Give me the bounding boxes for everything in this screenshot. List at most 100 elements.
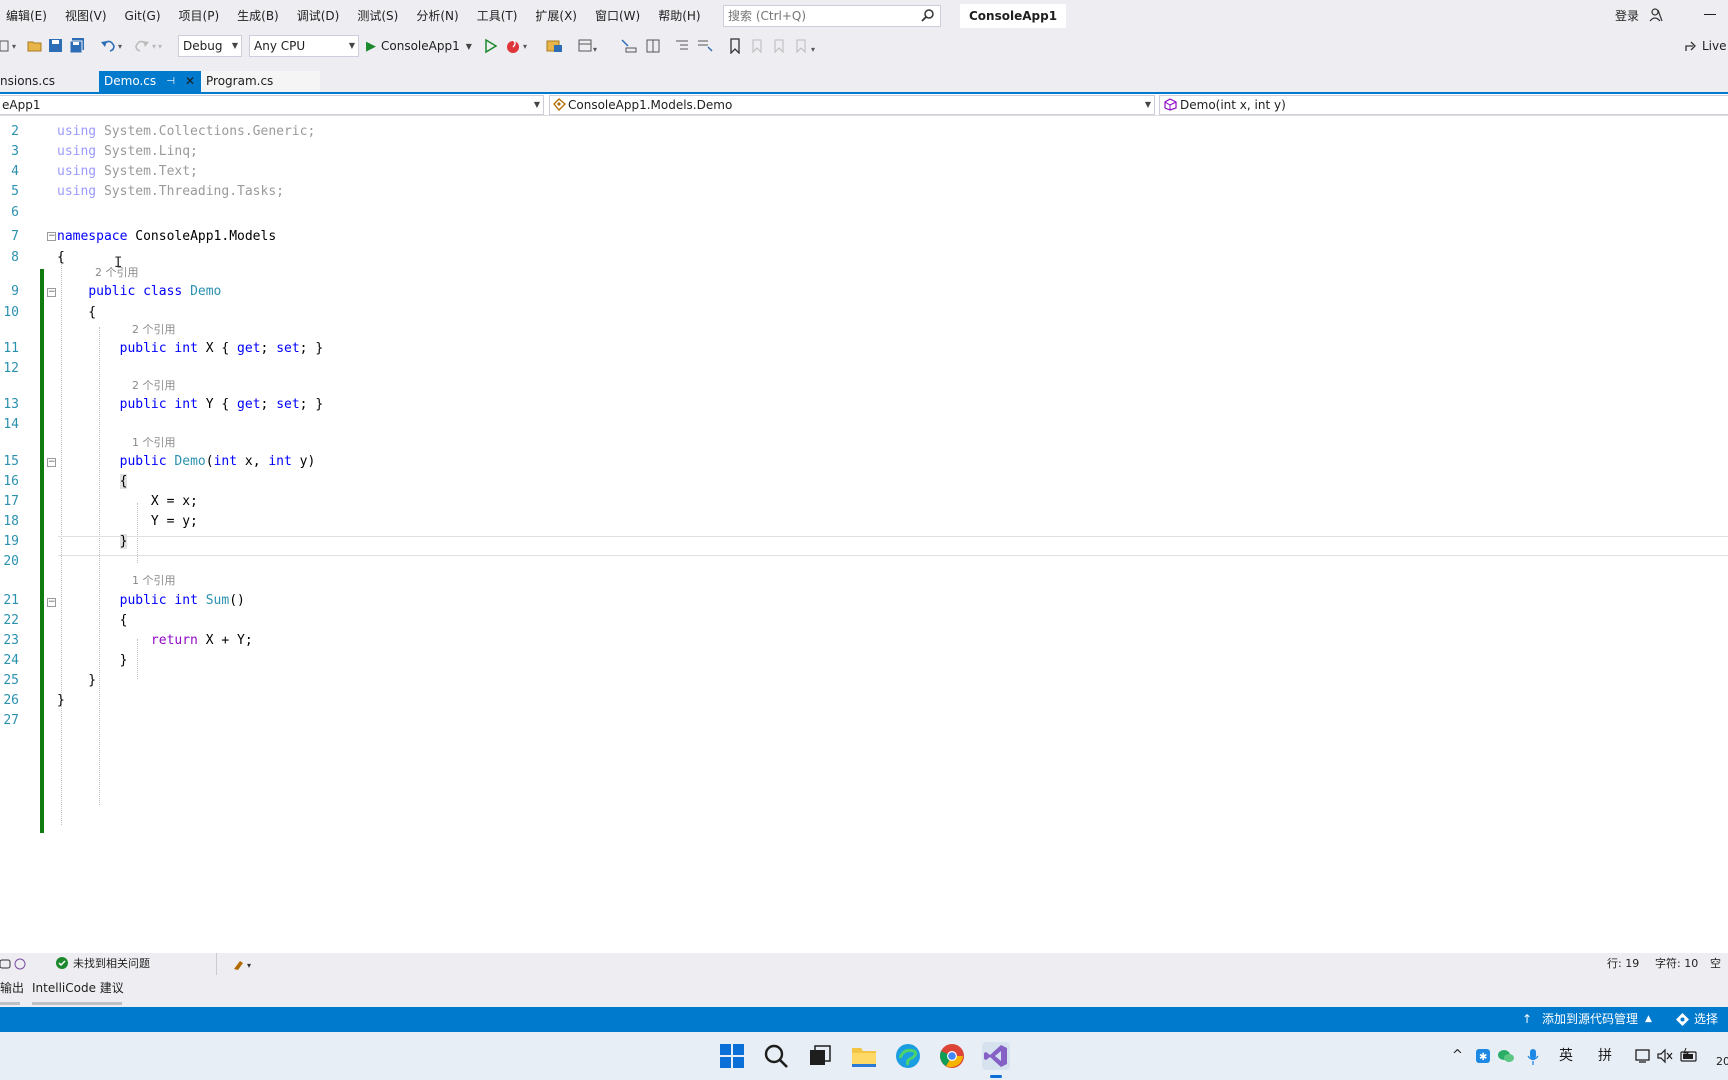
ime-language[interactable]: 英 xyxy=(1559,1032,1573,1080)
tab-intellicode[interactable]: IntelliCode 建议 xyxy=(32,975,124,1001)
file-explorer-icon[interactable] xyxy=(850,1042,878,1070)
minimize-icon[interactable] xyxy=(1704,14,1716,15)
code-line-namespace[interactable]: namespace ConsoleApp1.Models xyxy=(57,227,276,246)
search-icon[interactable] xyxy=(762,1042,790,1070)
hot-reload-icon[interactable]: ▾ xyxy=(505,38,531,57)
indent-icon[interactable] xyxy=(674,38,690,57)
menu-tools[interactable]: 工具(T) xyxy=(468,0,527,32)
code-line-constructor[interactable]: public Demo(int x, int y) xyxy=(57,452,316,471)
code-line-brace[interactable]: { xyxy=(57,248,65,267)
close-icon[interactable]: ✕ xyxy=(185,71,195,92)
member-dropdown[interactable]: Demo(int x, int y) xyxy=(1159,95,1728,115)
add-to-source-control[interactable]: 添加到源代码管理 xyxy=(1542,1007,1638,1032)
start-debugging-button[interactable]: ▶ ConsoleApp1 ▼ xyxy=(366,35,472,57)
menu-git[interactable]: Git(G) xyxy=(116,0,170,32)
project-dropdown[interactable]: eApp1 ▼ xyxy=(0,95,544,115)
login-link[interactable]: 登录 xyxy=(1615,0,1639,32)
code-line-brace[interactable]: } xyxy=(57,651,128,670)
code-line-property[interactable]: public int X { get; set; } xyxy=(57,339,324,358)
solution-explorer-icon[interactable]: ▾ xyxy=(578,38,604,57)
redo-icon[interactable]: ▾ ▾ xyxy=(134,38,164,57)
speaker-muted-icon[interactable] xyxy=(1656,1048,1674,1067)
cleanup-icon[interactable]: ▾ xyxy=(232,957,256,974)
configuration-dropdown[interactable]: Debug ▼ xyxy=(178,35,242,57)
wechat-icon[interactable] xyxy=(1497,1048,1515,1067)
menu-view[interactable]: 视图(V) xyxy=(56,0,116,32)
browse-icon[interactable] xyxy=(546,38,564,57)
menu-help[interactable]: 帮助(H) xyxy=(649,0,709,32)
save-icon[interactable] xyxy=(48,38,64,57)
code-line-brace[interactable]: } xyxy=(57,671,96,690)
microphone-icon[interactable] xyxy=(1527,1048,1539,1069)
platform-dropdown[interactable]: Any CPU ▼ xyxy=(249,35,359,57)
code-line-using[interactable]: using System.Text; xyxy=(57,162,198,181)
tab-output[interactable]: 输出 xyxy=(0,975,24,1001)
code-line-brace[interactable]: { xyxy=(57,472,128,491)
network-icon[interactable] xyxy=(1634,1048,1652,1067)
next-bookmark-icon[interactable] xyxy=(771,38,787,57)
code-lens-references[interactable]: 1 个引用 xyxy=(132,436,176,450)
ime-mode[interactable]: 拼 xyxy=(1598,1032,1612,1080)
new-item-icon[interactable]: ▾ xyxy=(0,38,18,57)
menu-debug[interactable]: 调试(D) xyxy=(288,0,349,32)
save-all-icon[interactable] xyxy=(69,38,85,57)
menu-window[interactable]: 窗口(W) xyxy=(586,0,649,32)
code-line-method[interactable]: public int Sum() xyxy=(57,591,245,610)
code-lens-references[interactable]: 1 个引用 xyxy=(132,574,176,588)
undo-icon[interactable]: ▾ xyxy=(100,38,126,57)
open-file-icon[interactable] xyxy=(27,38,43,57)
robot-icon[interactable] xyxy=(0,957,26,974)
tab-program[interactable]: Program.cs xyxy=(201,71,320,92)
code-line-property[interactable]: public int Y { get; set; } xyxy=(57,395,324,414)
step-over-icon[interactable] xyxy=(620,38,638,57)
code-line-return[interactable]: return X + Y; xyxy=(57,631,253,650)
code-line-assign[interactable]: X = x; xyxy=(57,492,198,511)
code-line-class[interactable]: public class Demo xyxy=(57,282,221,301)
code-line-using[interactable]: using System.Linq; xyxy=(57,142,198,161)
tab-extensions[interactable]: nsions.cs xyxy=(0,71,99,92)
search-input[interactable] xyxy=(728,9,913,23)
line-position[interactable]: 行: 19 xyxy=(1607,953,1639,975)
code-lens-references[interactable]: 2 个引用 xyxy=(132,379,176,393)
menu-project[interactable]: 项目(P) xyxy=(170,0,229,32)
menu-build[interactable]: 生成(B) xyxy=(228,0,288,32)
chevron-up-icon[interactable]: ^ xyxy=(1452,1032,1463,1080)
windows-start-icon[interactable] xyxy=(718,1042,746,1070)
code-line-assign[interactable]: Y = y; xyxy=(57,512,198,531)
battery-icon[interactable] xyxy=(1680,1047,1700,1067)
menu-test[interactable]: 测试(S) xyxy=(348,0,407,32)
issues-status[interactable]: 未找到相关问题 xyxy=(73,953,150,975)
menu-analyze[interactable]: 分析(N) xyxy=(407,0,467,32)
menu-extensions[interactable]: 扩展(X) xyxy=(526,0,586,32)
type-dropdown[interactable]: ConsoleApp1.Models.Demo ▼ xyxy=(549,95,1155,115)
pin-icon[interactable]: ⊣ xyxy=(166,71,175,92)
clear-bookmarks-icon[interactable]: ▾ xyxy=(793,38,819,57)
code-line-brace[interactable]: } xyxy=(57,691,65,710)
layout-icon[interactable] xyxy=(644,38,662,57)
chevron-down-icon[interactable]: ▼ xyxy=(466,42,472,51)
account-icon[interactable] xyxy=(1648,7,1664,26)
code-line-brace[interactable]: } xyxy=(57,532,128,551)
live-share-button[interactable]: Live xyxy=(1684,35,1727,57)
menu-edit[interactable]: 编辑(E) xyxy=(0,0,56,32)
code-line-using[interactable]: using System.Threading.Tasks; xyxy=(57,182,284,201)
comment-icon[interactable] xyxy=(696,38,714,57)
tray-app-icon[interactable]: ✱ xyxy=(1475,1048,1491,1067)
char-position[interactable]: 字符: 10 xyxy=(1655,953,1698,975)
tab-demo[interactable]: Demo.cs ⊣ ✕ xyxy=(99,71,201,92)
search-icon[interactable] xyxy=(921,8,935,25)
bookmark-icon[interactable] xyxy=(728,38,742,57)
code-line-brace[interactable]: { xyxy=(57,303,96,322)
task-view-icon[interactable] xyxy=(806,1042,834,1070)
code-editor[interactable]: − − − − 2 using System.Collections.Generi… xyxy=(0,117,1728,953)
search-box[interactable] xyxy=(723,5,941,27)
start-without-debugging-icon[interactable] xyxy=(484,38,498,57)
code-line-using[interactable]: using System.Collections.Generic; xyxy=(57,122,315,141)
code-line-brace[interactable]: { xyxy=(57,611,128,630)
chrome-browser-icon[interactable] xyxy=(938,1042,966,1070)
prev-bookmark-icon[interactable] xyxy=(749,38,765,57)
clock[interactable]: 20 xyxy=(1716,1038,1728,1080)
edge-browser-icon[interactable] xyxy=(894,1042,922,1070)
visual-studio-icon[interactable] xyxy=(982,1042,1010,1070)
code-lens-references[interactable]: 2 个引用 xyxy=(132,323,176,337)
